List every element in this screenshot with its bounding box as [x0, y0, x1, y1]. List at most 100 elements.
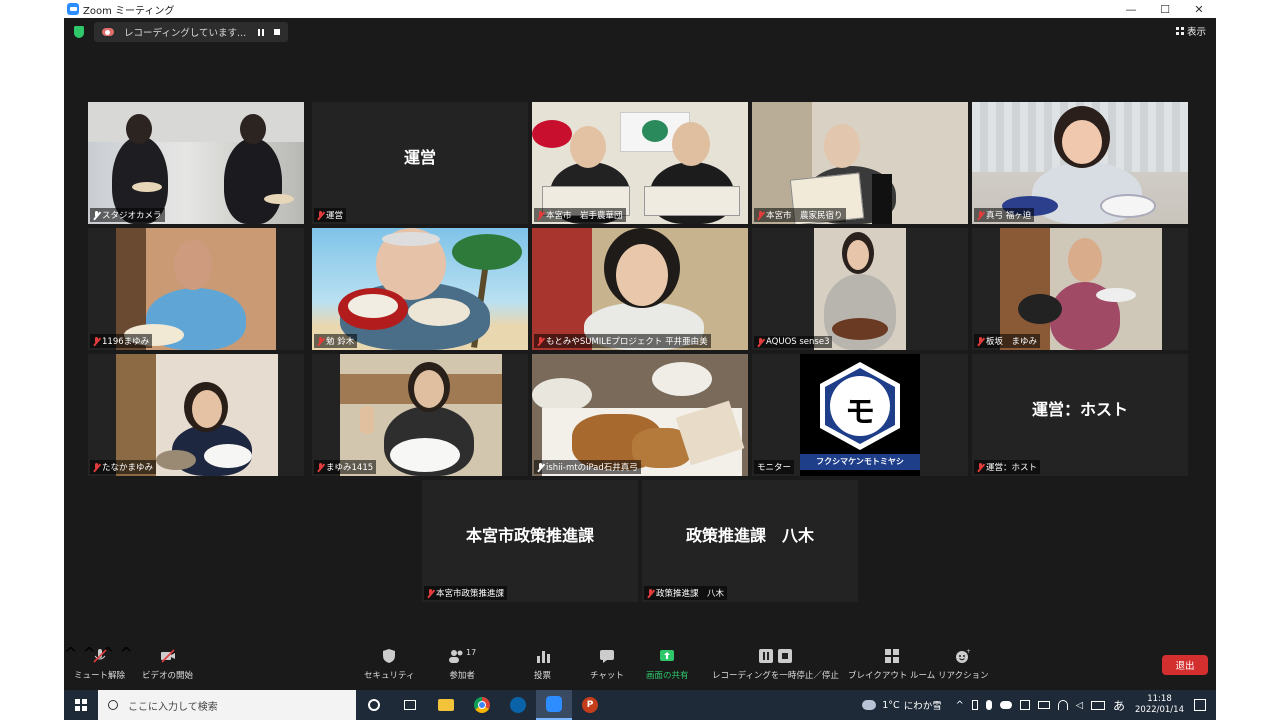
chat-button[interactable]: チャット	[590, 648, 624, 681]
breakout-label: ブレイクアウト ルーム	[848, 671, 936, 681]
video-tile-fukugasako[interactable]: 真弓 福ヶ迫	[972, 102, 1188, 224]
phone-icon[interactable]	[971, 700, 978, 710]
logo-caption: フクシマケンモトミヤシ	[800, 454, 920, 470]
video-feed	[116, 354, 278, 476]
bar-chart-icon	[536, 651, 550, 663]
participant-name-label: スタジオカメラ	[90, 208, 165, 222]
task-view-button[interactable]	[392, 690, 428, 720]
encryption-shield-icon[interactable]	[74, 26, 84, 38]
video-tile-suzuki[interactable]: 勉 鈴木	[312, 228, 528, 350]
close-button[interactable]: ✕	[1182, 3, 1216, 16]
video-tile-monitor[interactable]: モ フクシマケンモトミヤシ モニター	[752, 354, 968, 476]
ime-indicator[interactable]: あ	[1113, 697, 1125, 714]
video-tile-1196mayumi[interactable]: 1196まゆみ	[88, 228, 304, 350]
participant-name-label: AQUOS sense3	[754, 336, 833, 348]
view-button[interactable]: 表示	[1175, 24, 1206, 38]
participant-name-label: モニター	[754, 460, 795, 474]
cortana-button[interactable]	[356, 690, 392, 720]
share-screen-button[interactable]: 画面の共有	[646, 648, 689, 681]
polls-button[interactable]: 投票	[534, 648, 551, 681]
video-tile-itasaka[interactable]: 板坂 まゆみ	[972, 228, 1188, 350]
stop-recording-icon[interactable]	[274, 28, 280, 35]
participant-name: 本宮市政策推進課	[436, 589, 505, 599]
muted-mic-icon	[93, 462, 100, 472]
breakout-rooms-button[interactable]: ブレイクアウト ルーム	[848, 648, 935, 681]
weather-description[interactable]: にわか雪	[904, 698, 942, 712]
muted-mic-icon	[537, 336, 544, 346]
video-tile-hirai[interactable]: もとみやSUMILEプロジェクト 平井亜由美	[532, 228, 748, 350]
participant-name-large: 本宮市政策推進課	[465, 526, 594, 545]
polls-label: 投票	[534, 671, 552, 681]
participants-icon	[449, 650, 463, 663]
webex-button[interactable]	[500, 690, 536, 720]
chrome-button[interactable]	[464, 690, 500, 720]
video-tile-nouka[interactable]: 本宮市 農家民宿り	[752, 102, 968, 224]
show-hidden-icons-icon[interactable]: ^	[956, 700, 964, 711]
file-explorer-button[interactable]	[428, 690, 464, 720]
video-feed	[532, 228, 748, 350]
muted-mic-icon	[92, 649, 107, 663]
powerpoint-button[interactable]: P	[572, 690, 608, 720]
video-tile-yagi[interactable]: 政策推進課 八木 政策推進課 八木	[642, 480, 858, 602]
video-tile-studio[interactable]: スタジオカメラ	[88, 102, 304, 224]
video-feed	[312, 228, 528, 350]
pause-recording-icon[interactable]	[258, 28, 264, 36]
taskbar-search-box[interactable]: ここに入力して検索	[98, 690, 356, 720]
muted-mic-icon	[977, 210, 984, 220]
keyboard-icon[interactable]	[1090, 700, 1105, 710]
participant-name-large: 政策推進課 八木	[685, 526, 814, 545]
start-button[interactable]	[64, 690, 98, 720]
leave-button[interactable]: 退出	[1162, 655, 1208, 675]
video-tile-unei[interactable]: 運営 運営	[312, 102, 528, 224]
video-tile-iwate[interactable]: 本宮市 岩手農華団	[532, 102, 748, 224]
zoom-meeting-window: レコーディングしています... 表示 スタジオカメラ 運営 運営 本宮市 岩手農…	[64, 18, 1216, 690]
task-view-icon	[404, 700, 416, 710]
wifi-icon[interactable]	[1057, 700, 1068, 710]
security-center-icon[interactable]	[1019, 700, 1030, 710]
reactions-button[interactable]: + リアクション	[938, 648, 989, 681]
powerpoint-icon: P	[582, 697, 598, 713]
windows-taskbar: ここに入力して検索 P 1°C にわか雪 ^ ◁ あ 11:18 2022/01…	[64, 690, 1216, 720]
video-tile-host[interactable]: 運営：ホスト 運営：ホスト	[972, 354, 1188, 476]
taskbar-clock[interactable]: 11:18 2022/01/14	[1135, 694, 1184, 716]
notification-icon[interactable]	[1194, 699, 1206, 711]
video-tile-aquos[interactable]: AQUOS sense3	[752, 228, 968, 350]
video-feed	[340, 354, 502, 476]
security-button[interactable]: セキュリティ	[364, 648, 415, 681]
pin-icon	[93, 210, 100, 220]
recording-control-button[interactable]: レコーディングを一時停止／停止	[712, 648, 839, 681]
participant-name: 本宮市 農家民宿り	[766, 211, 843, 221]
start-video-button[interactable]: ビデオの開始	[142, 648, 193, 681]
participant-name-large: 運営：ホスト	[1031, 400, 1128, 419]
security-label: セキュリティ	[364, 671, 415, 681]
participants-count: 17	[466, 648, 477, 657]
zoom-taskbar-button[interactable]	[536, 690, 572, 720]
minimize-button[interactable]: —	[1114, 3, 1148, 16]
participants-button[interactable]: 17 参加者	[448, 648, 476, 681]
breakout-rooms-icon	[884, 649, 899, 663]
search-icon	[108, 700, 118, 710]
weather-cloud-icon	[862, 700, 877, 710]
participant-name: 勉 鈴木	[326, 337, 355, 347]
participant-name-label: 板坂 まゆみ	[974, 334, 1041, 348]
video-tile-mayumi1415[interactable]: まゆみ1415	[312, 354, 528, 476]
speaker-icon[interactable]: ◁	[1076, 700, 1083, 711]
maximize-button[interactable]: ☐	[1148, 3, 1182, 16]
weather-temperature[interactable]: 1°C	[882, 700, 899, 711]
video-feed	[814, 228, 906, 350]
onedrive-icon[interactable]	[999, 701, 1012, 709]
pause-icon	[758, 649, 773, 663]
battery-icon[interactable]	[1037, 701, 1050, 709]
chat-label: チャット	[590, 671, 624, 681]
participant-name: 運営	[326, 211, 344, 221]
muted-mic-icon	[317, 336, 324, 346]
muted-mic-icon	[647, 588, 654, 598]
recording-status-text: レコーディングしています...	[124, 28, 247, 39]
video-tile-tanaka[interactable]: たなかまゆみ	[88, 354, 304, 476]
microphone-icon[interactable]	[985, 700, 992, 710]
participant-name-label: たなかまゆみ	[90, 460, 157, 474]
video-tile-seisaku[interactable]: 本宮市政策推進課 本宮市政策推進課	[422, 480, 638, 602]
participant-name-label: ishii-mtのiPad石井真弓	[534, 460, 641, 474]
mute-button[interactable]: ミュート解除	[74, 648, 125, 681]
video-tile-ishii[interactable]: ishii-mtのiPad石井真弓	[532, 354, 748, 476]
